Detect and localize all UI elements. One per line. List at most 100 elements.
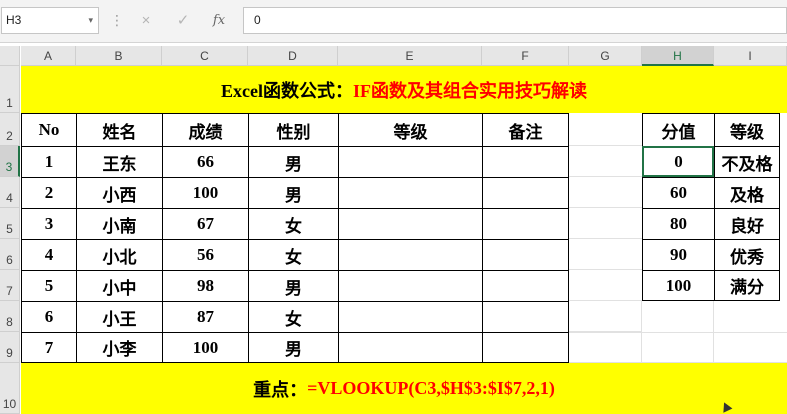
lookup-header-score[interactable]: 分值 [642, 113, 714, 146]
table-cell[interactable]: 2 [21, 177, 76, 208]
drag-handle-icon[interactable]: ⋮ [110, 10, 125, 30]
column-header-c[interactable]: C [162, 46, 248, 66]
lookup-cell[interactable]: 100 [642, 270, 714, 301]
table-cell[interactable] [338, 270, 482, 301]
table-cell[interactable] [338, 239, 482, 270]
gridline [569, 332, 787, 333]
table-cell[interactable]: 98 [162, 270, 248, 301]
header-cell-no[interactable]: No [21, 113, 76, 146]
table-cell[interactable] [338, 208, 482, 239]
gridline [569, 269, 642, 270]
key-formula-banner[interactable]: 重点： =VLOOKUP(C3,$H$3:$I$7,2,1) [21, 363, 787, 414]
check-icon[interactable]: ✓ [171, 10, 195, 32]
row-header-1[interactable]: 1 [0, 66, 20, 113]
table-cell[interactable]: 王东 [76, 146, 162, 177]
table-cell[interactable]: 4 [21, 239, 76, 270]
lookup-cell[interactable]: 60 [642, 177, 714, 208]
table-cell[interactable]: 5 [21, 270, 76, 301]
table-cell[interactable]: 小李 [76, 332, 162, 363]
formula-bar: H3 ▾ ⋮ × ✓ fx 0 [0, 0, 787, 43]
table-cell[interactable] [338, 332, 482, 363]
table-cell[interactable]: 女 [248, 301, 338, 332]
table-cell[interactable] [338, 146, 482, 177]
row-header-8[interactable]: 8 [0, 301, 20, 332]
row-header-10[interactable]: 10 [0, 363, 20, 414]
table-cell[interactable] [338, 177, 482, 208]
table-cell[interactable] [482, 208, 569, 239]
header-cell-grade[interactable]: 等级 [338, 113, 482, 146]
row-header-3[interactable]: 3 [0, 146, 20, 177]
table-cell[interactable]: 1 [21, 146, 76, 177]
table-cell[interactable]: 小北 [76, 239, 162, 270]
column-header-g[interactable]: G [569, 46, 642, 66]
table-cell[interactable]: 小中 [76, 270, 162, 301]
title-highlight: IF函数及其组合实用技巧解读 [353, 80, 587, 101]
select-all-corner[interactable] [0, 46, 20, 66]
lookup-cell[interactable]: 不及格 [714, 146, 780, 177]
table-cell[interactable] [482, 332, 569, 363]
column-header-h[interactable]: H [642, 46, 714, 66]
table-cell[interactable]: 男 [248, 177, 338, 208]
table-cell[interactable]: 100 [162, 177, 248, 208]
gridline [569, 331, 642, 332]
column-header-a[interactable]: A [21, 46, 76, 66]
cancel-icon[interactable]: × [134, 10, 158, 32]
table-cell[interactable]: 66 [162, 146, 248, 177]
table-cell[interactable]: 100 [162, 332, 248, 363]
header-cell-gender[interactable]: 性别 [248, 113, 338, 146]
row-header-2[interactable]: 2 [0, 113, 20, 146]
column-header-f[interactable]: F [482, 46, 569, 66]
lookup-cell[interactable]: 80 [642, 208, 714, 239]
row-header-9[interactable]: 9 [0, 332, 20, 363]
gridline [569, 145, 642, 146]
footer-prefix: 重点： [253, 379, 308, 400]
table-cell[interactable]: 男 [248, 332, 338, 363]
table-cell[interactable]: 小西 [76, 177, 162, 208]
function-icon[interactable]: fx [207, 10, 231, 32]
table-cell[interactable] [482, 239, 569, 270]
lookup-header-grade[interactable]: 等级 [714, 113, 780, 146]
lookup-cell[interactable]: 0 [642, 146, 714, 177]
table-cell[interactable] [482, 301, 569, 332]
table-cell[interactable]: 56 [162, 239, 248, 270]
lookup-cell[interactable]: 及格 [714, 177, 780, 208]
header-cell-remark[interactable]: 备注 [482, 113, 569, 146]
table-cell[interactable]: 男 [248, 146, 338, 177]
title-prefix: Excel函数公式： [221, 80, 353, 101]
lookup-cell[interactable]: 优秀 [714, 239, 780, 270]
gridline [569, 300, 642, 301]
table-cell[interactable] [482, 177, 569, 208]
table-cell[interactable]: 6 [21, 301, 76, 332]
gridline [569, 176, 642, 177]
name-box[interactable]: H3 ▾ [1, 7, 99, 34]
table-cell[interactable]: 女 [248, 208, 338, 239]
row-header-7[interactable]: 7 [0, 270, 20, 301]
table-cell[interactable] [482, 146, 569, 177]
lookup-cell[interactable]: 90 [642, 239, 714, 270]
table-cell[interactable]: 87 [162, 301, 248, 332]
table-cell[interactable]: 3 [21, 208, 76, 239]
table-cell[interactable]: 7 [21, 332, 76, 363]
column-header-d[interactable]: D [248, 46, 338, 66]
chevron-down-icon[interactable]: ▾ [88, 8, 93, 33]
column-header-e[interactable]: E [338, 46, 482, 66]
row-header-4[interactable]: 4 [0, 177, 20, 208]
column-header-i[interactable]: I [714, 46, 787, 66]
table-cell[interactable]: 67 [162, 208, 248, 239]
lookup-cell[interactable]: 满分 [714, 270, 780, 301]
row-header-5[interactable]: 5 [0, 208, 20, 239]
formula-input[interactable]: 0 [243, 7, 787, 34]
table-cell[interactable] [482, 270, 569, 301]
header-cell-score[interactable]: 成绩 [162, 113, 248, 146]
table-cell[interactable]: 男 [248, 270, 338, 301]
column-header-b[interactable]: B [76, 46, 162, 66]
row-header-6[interactable]: 6 [0, 239, 20, 270]
sheet-title[interactable]: Excel函数公式： IF函数及其组合实用技巧解读 [21, 66, 787, 113]
table-cell[interactable] [338, 301, 482, 332]
table-cell[interactable]: 小南 [76, 208, 162, 239]
lookup-cell[interactable]: 良好 [714, 208, 780, 239]
header-cell-name[interactable]: 姓名 [76, 113, 162, 146]
table-cell[interactable]: 小王 [76, 301, 162, 332]
table-cell[interactable]: 女 [248, 239, 338, 270]
gridline [569, 238, 642, 239]
